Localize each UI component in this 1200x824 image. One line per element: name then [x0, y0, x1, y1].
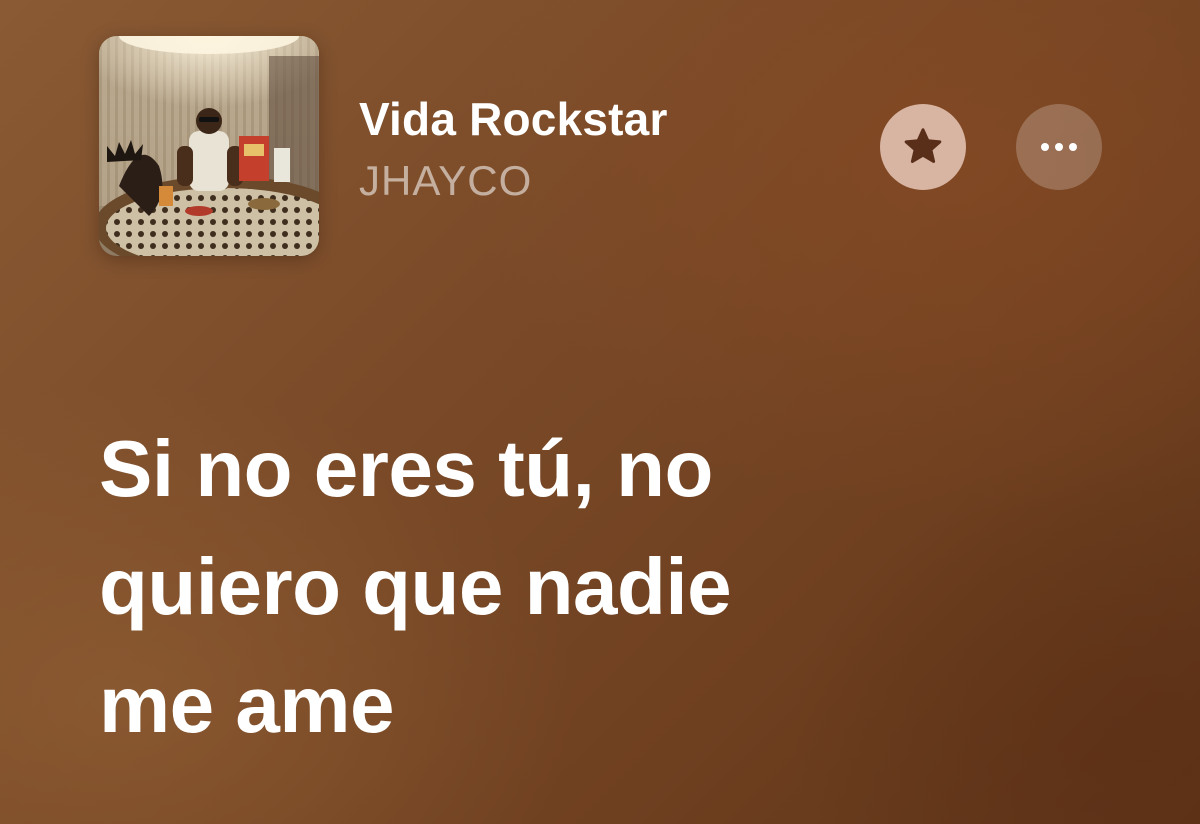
lyric-line: Si no eres tú, no [99, 424, 713, 513]
track-artist[interactable]: JHAYCO [359, 157, 532, 205]
lyric-line: me ame [99, 660, 394, 749]
more-options-button[interactable] [1016, 104, 1102, 190]
ellipsis-icon [1041, 143, 1077, 151]
lyric-line: quiero que nadie [99, 542, 732, 631]
current-lyric[interactable]: Si no eres tú, no quiero que nadie me am… [99, 410, 1099, 764]
track-title[interactable]: Vida Rockstar [359, 92, 668, 146]
favorite-button[interactable] [880, 104, 966, 190]
now-playing-header: Vida Rockstar JHAYCO [0, 0, 1200, 280]
album-artwork-image [99, 36, 319, 256]
star-icon [904, 128, 942, 163]
album-artwork[interactable] [99, 36, 319, 256]
